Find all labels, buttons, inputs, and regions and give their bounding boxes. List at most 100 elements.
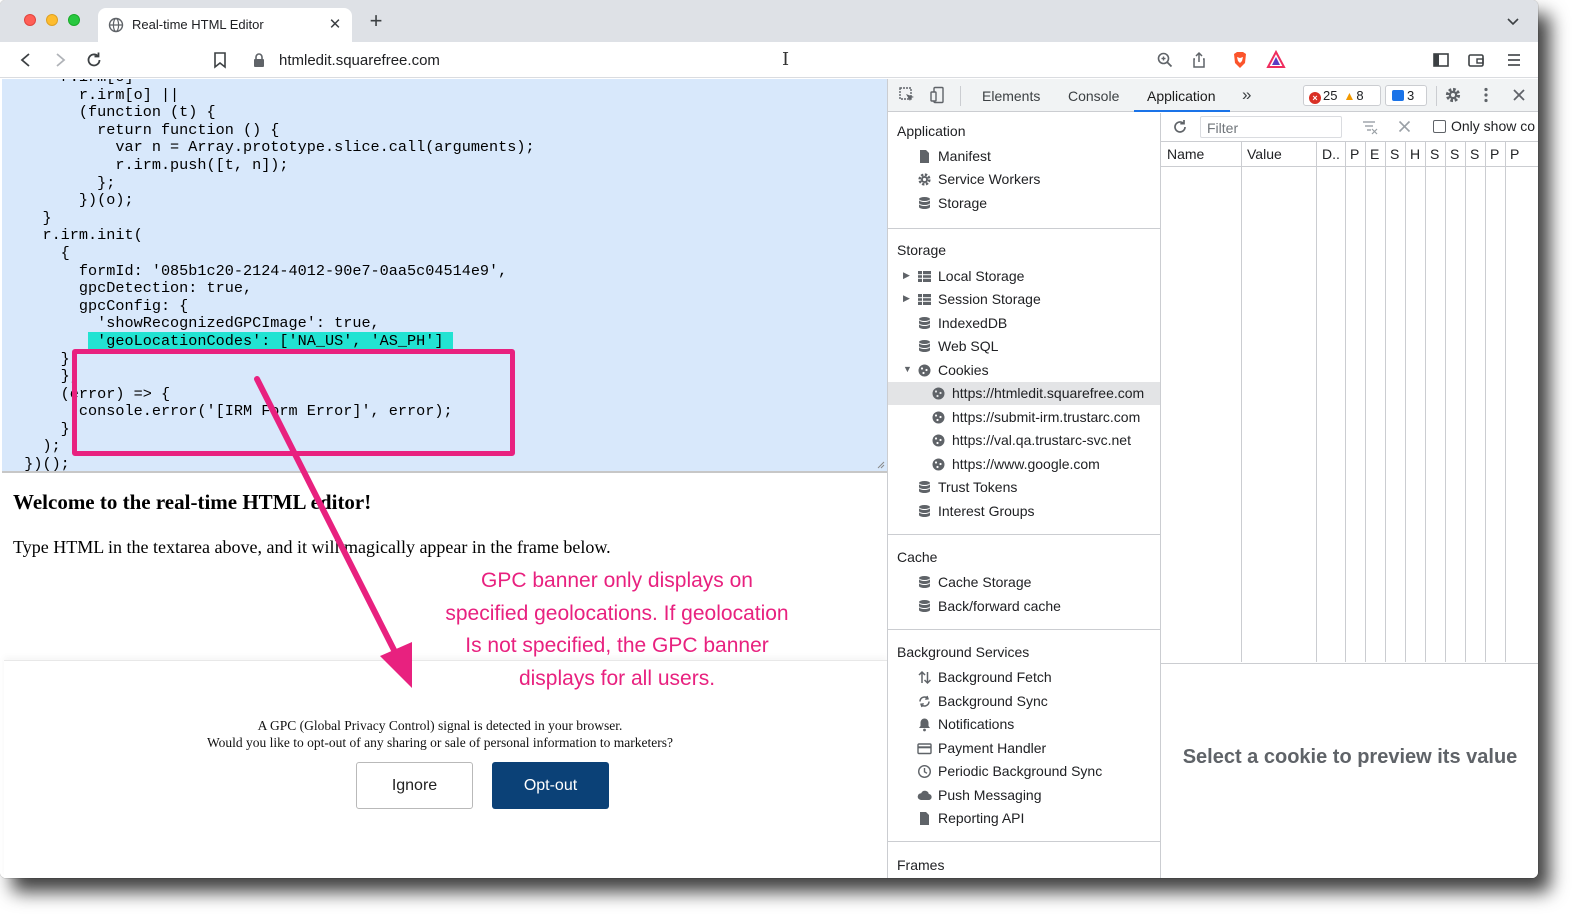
cookie-origin-item[interactable]: https://htmledit.squarefree.com bbox=[888, 382, 1160, 405]
column-expires[interactable]: E bbox=[1370, 146, 1379, 162]
collapse-arrow-icon[interactable]: ▼ bbox=[903, 364, 912, 374]
code-line: var n = Array.prototype.slice.call(argum… bbox=[6, 138, 535, 157]
code-line: }; bbox=[6, 173, 116, 192]
sidebar-item-background-fetch[interactable]: Background Fetch bbox=[888, 666, 1160, 689]
sync-icon bbox=[919, 695, 930, 708]
sidebar-item-manifest[interactable]: Manifest bbox=[888, 145, 1160, 168]
column-partition-key[interactable]: P bbox=[1490, 146, 1499, 162]
refresh-icon[interactable] bbox=[1171, 118, 1189, 136]
tab-title: Real-time HTML Editor bbox=[132, 17, 264, 32]
sidebar-item-indexeddb[interactable]: IndexedDB bbox=[888, 312, 1160, 335]
brave-shield-icon[interactable] bbox=[1230, 50, 1250, 70]
cookie-origin-item[interactable]: https://www.google.com bbox=[888, 453, 1160, 476]
more-tabs-icon[interactable]: » bbox=[1242, 85, 1251, 105]
column-samesite[interactable]: S bbox=[1450, 146, 1459, 162]
sidebar-item-web-sql[interactable]: Web SQL bbox=[888, 335, 1160, 358]
sidebar-item-back-forward-cache[interactable]: Back/forward cache bbox=[888, 595, 1160, 618]
cookie-icon bbox=[932, 458, 945, 471]
code-line: r.irm.init( bbox=[6, 226, 143, 245]
zoom-icon[interactable] bbox=[1155, 50, 1175, 70]
devtools-toolbar: Elements Console Application » × 25 ▲8 3 bbox=[888, 79, 1538, 112]
minimize-window-button[interactable] bbox=[46, 14, 58, 26]
column-sameparty[interactable]: S bbox=[1470, 146, 1479, 162]
inspect-element-icon[interactable] bbox=[898, 86, 916, 104]
messages-counter[interactable]: 3 bbox=[1385, 85, 1427, 106]
settings-gear-icon[interactable] bbox=[1444, 86, 1462, 104]
sidebar-item-storage-overview[interactable]: Storage bbox=[888, 192, 1160, 215]
sidebar-item-label: Storage bbox=[938, 195, 988, 211]
sidebar-item-notifications[interactable]: Notifications bbox=[888, 713, 1160, 736]
database-icon bbox=[919, 197, 930, 209]
column-httponly[interactable]: H bbox=[1410, 146, 1420, 162]
sidebar-item-background-sync[interactable]: Background Sync bbox=[888, 690, 1160, 713]
sidebar-item-session-storage[interactable]: ▶ Session Storage bbox=[888, 288, 1160, 311]
wallet-icon[interactable] bbox=[1466, 50, 1486, 70]
tab-elements[interactable]: Elements bbox=[982, 88, 1040, 104]
sidebar-item-service-workers[interactable]: Service Workers bbox=[888, 168, 1160, 191]
tab-application[interactable]: Application bbox=[1147, 88, 1216, 104]
resize-grip-icon[interactable] bbox=[877, 461, 885, 469]
cookie-filter-input[interactable]: Filter bbox=[1200, 116, 1342, 138]
address-bar[interactable]: htmledit.squarefree.com bbox=[279, 52, 440, 69]
sidebar-item-push-messaging[interactable]: Push Messaging bbox=[888, 784, 1160, 807]
sidebar-item-local-storage[interactable]: ▶ Local Storage bbox=[888, 265, 1160, 288]
reload-icon[interactable] bbox=[84, 50, 104, 70]
column-divider bbox=[1405, 142, 1406, 662]
section-background-services: Background Services bbox=[897, 644, 1030, 660]
sidebar-item-reporting-api[interactable]: Reporting API bbox=[888, 807, 1160, 830]
tab-console[interactable]: Console bbox=[1068, 88, 1119, 104]
delete-all-cookies-icon[interactable] bbox=[1397, 119, 1412, 134]
section-cache: Cache bbox=[897, 549, 938, 565]
opt-out-button[interactable]: Opt-out bbox=[492, 762, 609, 809]
browser-tab[interactable]: Real-time HTML Editor ✕ bbox=[98, 8, 352, 42]
sidebar-item-cache-storage[interactable]: Cache Storage bbox=[888, 571, 1160, 594]
column-value[interactable]: Value bbox=[1247, 146, 1282, 162]
cookie-origin-item[interactable]: https://val.qa.trustarc-svc.net bbox=[888, 429, 1160, 452]
column-path[interactable]: P bbox=[1350, 146, 1359, 162]
back-icon[interactable] bbox=[16, 50, 36, 70]
sidebar-item-periodic-background-sync[interactable]: Periodic Background Sync bbox=[888, 760, 1160, 783]
ignore-button[interactable]: Ignore bbox=[356, 762, 473, 809]
column-size[interactable]: S bbox=[1390, 146, 1399, 162]
expand-arrow-icon[interactable]: ▶ bbox=[903, 270, 910, 281]
brave-rewards-icon[interactable] bbox=[1266, 50, 1286, 70]
forward-icon[interactable] bbox=[50, 50, 70, 70]
column-name[interactable]: Name bbox=[1167, 146, 1204, 162]
new-tab-button[interactable]: + bbox=[366, 10, 386, 32]
message-count: 3 bbox=[1407, 88, 1415, 103]
table-bottom-border bbox=[1161, 663, 1538, 664]
code-line: })(); bbox=[6, 455, 70, 473]
share-icon[interactable] bbox=[1189, 50, 1209, 70]
code-line: r.irm.push([t, n]); bbox=[6, 155, 289, 174]
sidebar-item-trust-tokens[interactable]: Trust Tokens bbox=[888, 476, 1160, 499]
text-cursor-icon: I bbox=[782, 49, 790, 70]
close-devtools-icon[interactable] bbox=[1510, 86, 1528, 104]
issues-counter[interactable]: × 25 ▲8 bbox=[1303, 85, 1381, 106]
device-toolbar-icon[interactable] bbox=[929, 86, 947, 104]
only-show-issues-checkbox[interactable] bbox=[1433, 120, 1446, 133]
section-divider bbox=[888, 629, 1160, 630]
globe-icon bbox=[108, 17, 124, 33]
bookmark-icon[interactable] bbox=[210, 50, 230, 70]
tab-close-icon[interactable]: ✕ bbox=[326, 15, 344, 33]
column-secure[interactable]: S bbox=[1430, 146, 1439, 162]
cookie-origin-item[interactable]: https://submit-irm.trustarc.com bbox=[888, 406, 1160, 429]
column-divider bbox=[1316, 142, 1317, 662]
tab-search-chevron-icon[interactable] bbox=[1506, 14, 1520, 28]
column-priority[interactable]: P bbox=[1510, 146, 1519, 162]
sidebar-item-interest-groups[interactable]: Interest Groups bbox=[888, 500, 1160, 523]
column-domain[interactable]: D.. bbox=[1322, 146, 1340, 162]
sidebar-item-payment-handler[interactable]: Payment Handler bbox=[888, 737, 1160, 760]
sidebar-item-cookies[interactable]: ▼ Cookies bbox=[888, 359, 1160, 382]
more-options-icon[interactable] bbox=[1477, 86, 1495, 104]
menu-icon[interactable] bbox=[1504, 50, 1524, 70]
column-divider bbox=[1485, 142, 1486, 662]
expand-arrow-icon[interactable]: ▶ bbox=[903, 293, 910, 304]
cookie-origin-label: https://www.google.com bbox=[952, 456, 1100, 472]
clear-filtered-cookies-icon[interactable] bbox=[1361, 118, 1379, 136]
zoom-window-button[interactable] bbox=[68, 14, 80, 26]
sidebar-toggle-icon[interactable] bbox=[1431, 50, 1451, 70]
annotation-line: displays for all users. bbox=[518, 666, 716, 690]
column-divider bbox=[1425, 142, 1426, 662]
close-window-button[interactable] bbox=[24, 14, 36, 26]
